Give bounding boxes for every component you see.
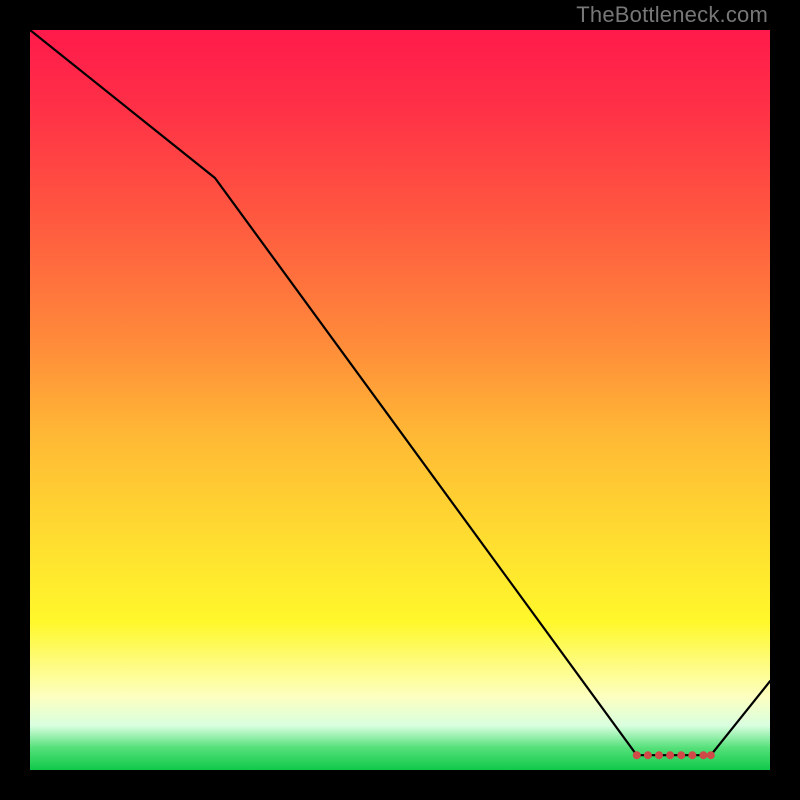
- data-marker: [633, 751, 641, 759]
- watermark-text: TheBottleneck.com: [576, 2, 768, 28]
- chart-svg: [30, 30, 770, 770]
- data-marker: [707, 751, 715, 759]
- data-marker: [677, 751, 685, 759]
- data-marker: [699, 751, 707, 759]
- data-marker: [666, 751, 674, 759]
- data-marker: [655, 751, 663, 759]
- data-marker: [688, 751, 696, 759]
- plot-area: [30, 30, 770, 770]
- chart-frame: TheBottleneck.com: [0, 0, 800, 800]
- data-marker: [644, 751, 652, 759]
- data-line: [30, 30, 770, 755]
- marker-group: [633, 751, 715, 759]
